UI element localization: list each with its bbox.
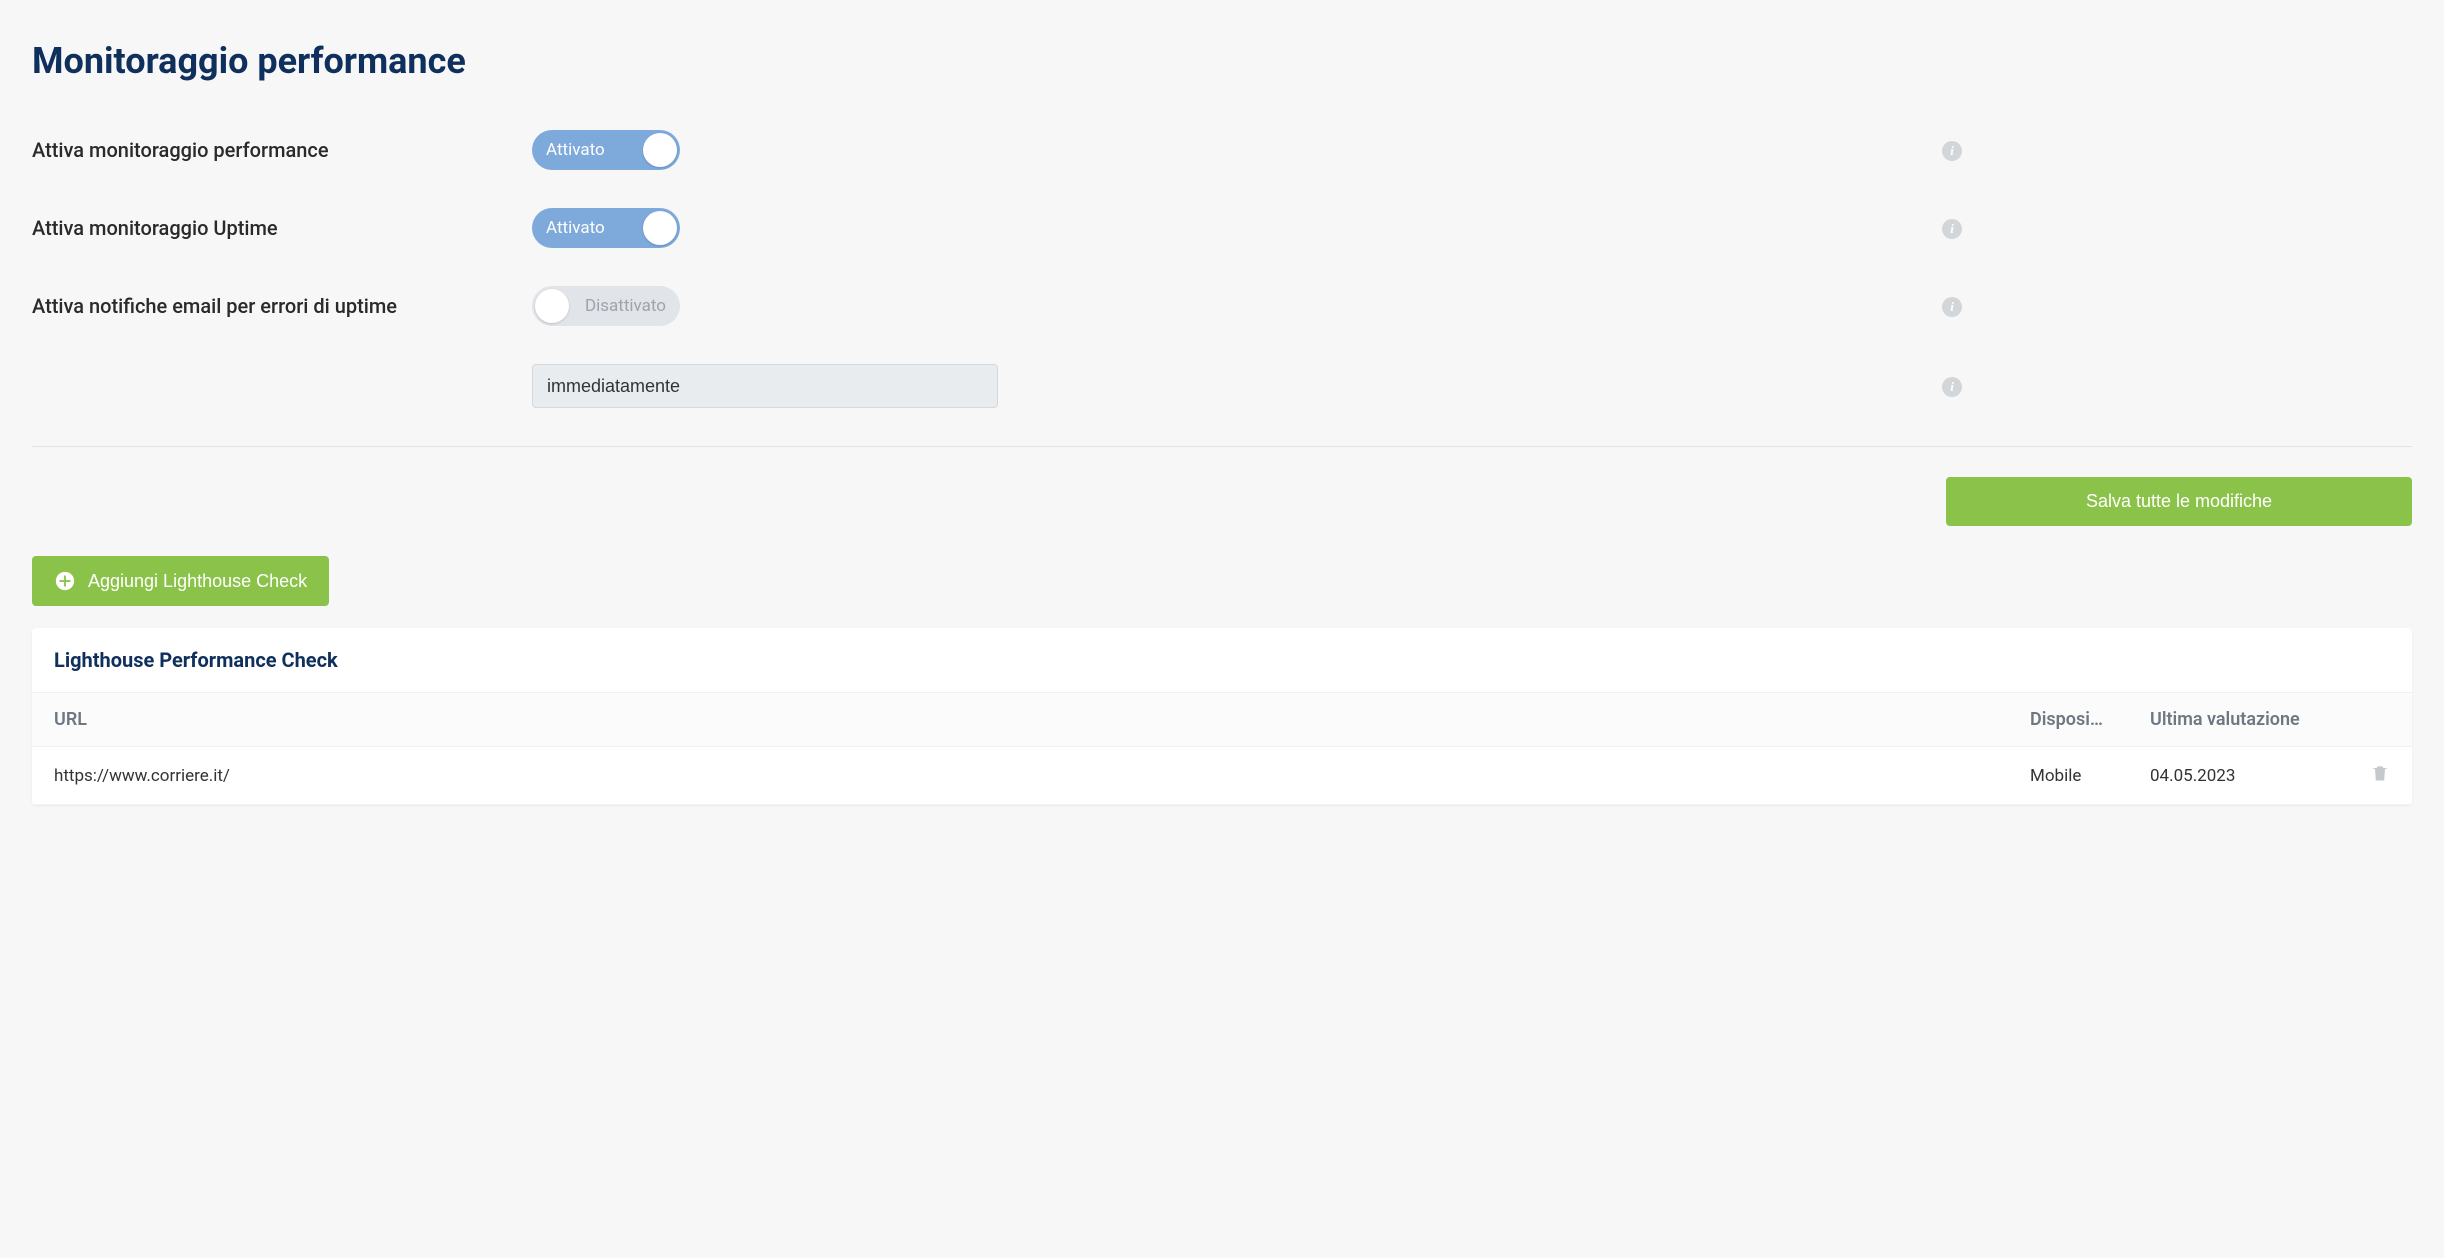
th-last-eval: Ultima valutazione xyxy=(2128,693,2348,747)
cell-last-eval: 04.05.2023 xyxy=(2128,747,2348,805)
info-icon[interactable]: i xyxy=(1942,141,1962,161)
add-lighthouse-button[interactable]: Aggiungi Lighthouse Check xyxy=(32,556,329,606)
divider xyxy=(32,446,2412,447)
page-title: Monitoraggio performance xyxy=(32,40,2412,82)
plus-circle-icon xyxy=(54,570,76,592)
row-frequency: immediatamente i xyxy=(32,364,2412,408)
row-uptime-monitoring: Attiva monitoraggio Uptime Attivato i xyxy=(32,208,2412,248)
toggle-label: Attivato xyxy=(546,218,605,238)
th-url: URL xyxy=(32,693,2008,747)
toggle-knob xyxy=(535,289,569,323)
add-lighthouse-label: Aggiungi Lighthouse Check xyxy=(88,571,307,592)
cell-url: https://www.corriere.it/ xyxy=(32,747,2008,805)
label-perf-monitoring: Attiva monitoraggio performance xyxy=(32,138,532,162)
toggle-knob xyxy=(643,133,677,167)
row-email-notify: Attiva notifiche email per errori di upt… xyxy=(32,286,2412,326)
trash-icon[interactable] xyxy=(2370,763,2390,783)
toggle-label: Disattivato xyxy=(585,296,666,316)
toggle-email-notify[interactable]: Disattivato xyxy=(532,286,680,326)
table-title: Lighthouse Performance Check xyxy=(32,628,2412,693)
label-email-notify: Attiva notifiche email per errori di upt… xyxy=(32,294,532,318)
info-icon[interactable]: i xyxy=(1942,377,1962,397)
info-icon[interactable]: i xyxy=(1942,297,1962,317)
cell-device: Mobile xyxy=(2008,747,2128,805)
lighthouse-table: URL Dispositi… Ultima valutazione https:… xyxy=(32,693,2412,805)
label-uptime-monitoring: Attiva monitoraggio Uptime xyxy=(32,216,532,240)
lighthouse-table-card: Lighthouse Performance Check URL Disposi… xyxy=(32,628,2412,805)
save-button[interactable]: Salva tutte le modifiche xyxy=(1946,477,2412,526)
toggle-uptime-monitoring[interactable]: Attivato xyxy=(532,208,680,248)
th-device: Dispositi… xyxy=(2008,693,2128,747)
toggle-label: Attivato xyxy=(546,140,605,160)
frequency-select[interactable]: immediatamente xyxy=(532,364,998,408)
info-icon[interactable]: i xyxy=(1942,219,1962,239)
table-row: https://www.corriere.it/ Mobile 04.05.20… xyxy=(32,747,2412,805)
row-perf-monitoring: Attiva monitoraggio performance Attivato… xyxy=(32,130,2412,170)
th-actions xyxy=(2348,693,2412,747)
toggle-perf-monitoring[interactable]: Attivato xyxy=(532,130,680,170)
toggle-knob xyxy=(643,211,677,245)
